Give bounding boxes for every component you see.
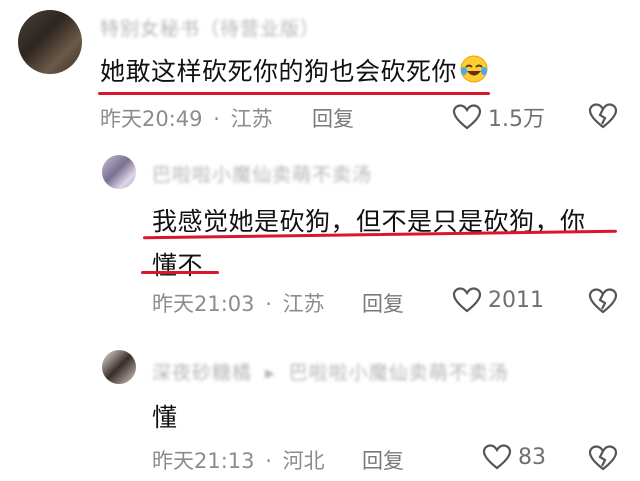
timestamp: 昨天20:49 — [100, 107, 203, 131]
like-button[interactable]: 2011 — [452, 286, 544, 314]
username[interactable]: 巴啦啦小魔仙卖萌不卖汤 — [152, 160, 372, 187]
dislike-button[interactable] — [588, 287, 618, 315]
heart-icon — [482, 443, 512, 471]
timestamp: 昨天21:03 — [152, 292, 255, 316]
broken-heart-icon — [588, 102, 618, 130]
separator: · — [213, 107, 220, 131]
avatar[interactable] — [18, 10, 82, 74]
broken-heart-icon — [588, 287, 618, 315]
heart-icon — [452, 103, 482, 131]
like-count: 83 — [518, 444, 546, 470]
reply-button[interactable]: 回复 — [362, 445, 404, 475]
comment-text-content: 她敢这样砍死你的狗也会砍死你 — [100, 57, 458, 86]
avatar[interactable] — [102, 350, 136, 384]
like-button[interactable]: 1.5万 — [452, 101, 545, 133]
reply-arrow-icon: ▸ — [265, 362, 276, 384]
timestamp: 昨天21:13 — [152, 449, 255, 473]
comment-text-line: 懂不 — [152, 251, 204, 280]
username-text: 深夜砂糖橘 — [152, 362, 253, 384]
location: 河北 — [282, 449, 325, 473]
comment-text: 她敢这样砍死你的狗也会砍死你 — [100, 52, 489, 90]
reply-button[interactable]: 回复 — [312, 103, 354, 133]
highlight-underline — [98, 92, 490, 95]
heart-icon — [452, 286, 482, 314]
dislike-button[interactable] — [588, 444, 618, 472]
comment-text: 懂 — [152, 403, 178, 432]
comment-meta: 昨天20:49 · 江苏 — [100, 103, 273, 133]
like-count: 2011 — [488, 287, 544, 313]
separator: · — [265, 292, 272, 316]
location: 江苏 — [230, 107, 273, 131]
comment-meta: 昨天21:03 · 江苏 — [152, 288, 325, 318]
reply-button[interactable]: 回复 — [362, 288, 404, 318]
location: 江苏 — [282, 292, 325, 316]
laughing-tears-emoji-icon — [459, 54, 489, 90]
like-count: 1.5万 — [488, 107, 545, 132]
broken-heart-icon — [588, 444, 618, 472]
dislike-button[interactable] — [588, 102, 618, 130]
username[interactable]: 特别女秘书（待营业版） — [100, 14, 320, 41]
reply-to-username: 巴啦啦小魔仙卖萌不卖汤 — [288, 362, 509, 384]
comment-meta: 昨天21:13 · 河北 — [152, 445, 325, 475]
comment-text: 我感觉她是砍狗，但不是只是砍狗，你 懂不 — [152, 202, 586, 282]
separator: · — [265, 449, 272, 473]
avatar[interactable] — [102, 155, 136, 189]
like-button[interactable]: 83 — [482, 443, 546, 471]
username[interactable]: 深夜砂糖橘 ▸ 巴啦啦小魔仙卖萌不卖汤 — [152, 358, 509, 385]
highlight-underline — [141, 271, 219, 274]
